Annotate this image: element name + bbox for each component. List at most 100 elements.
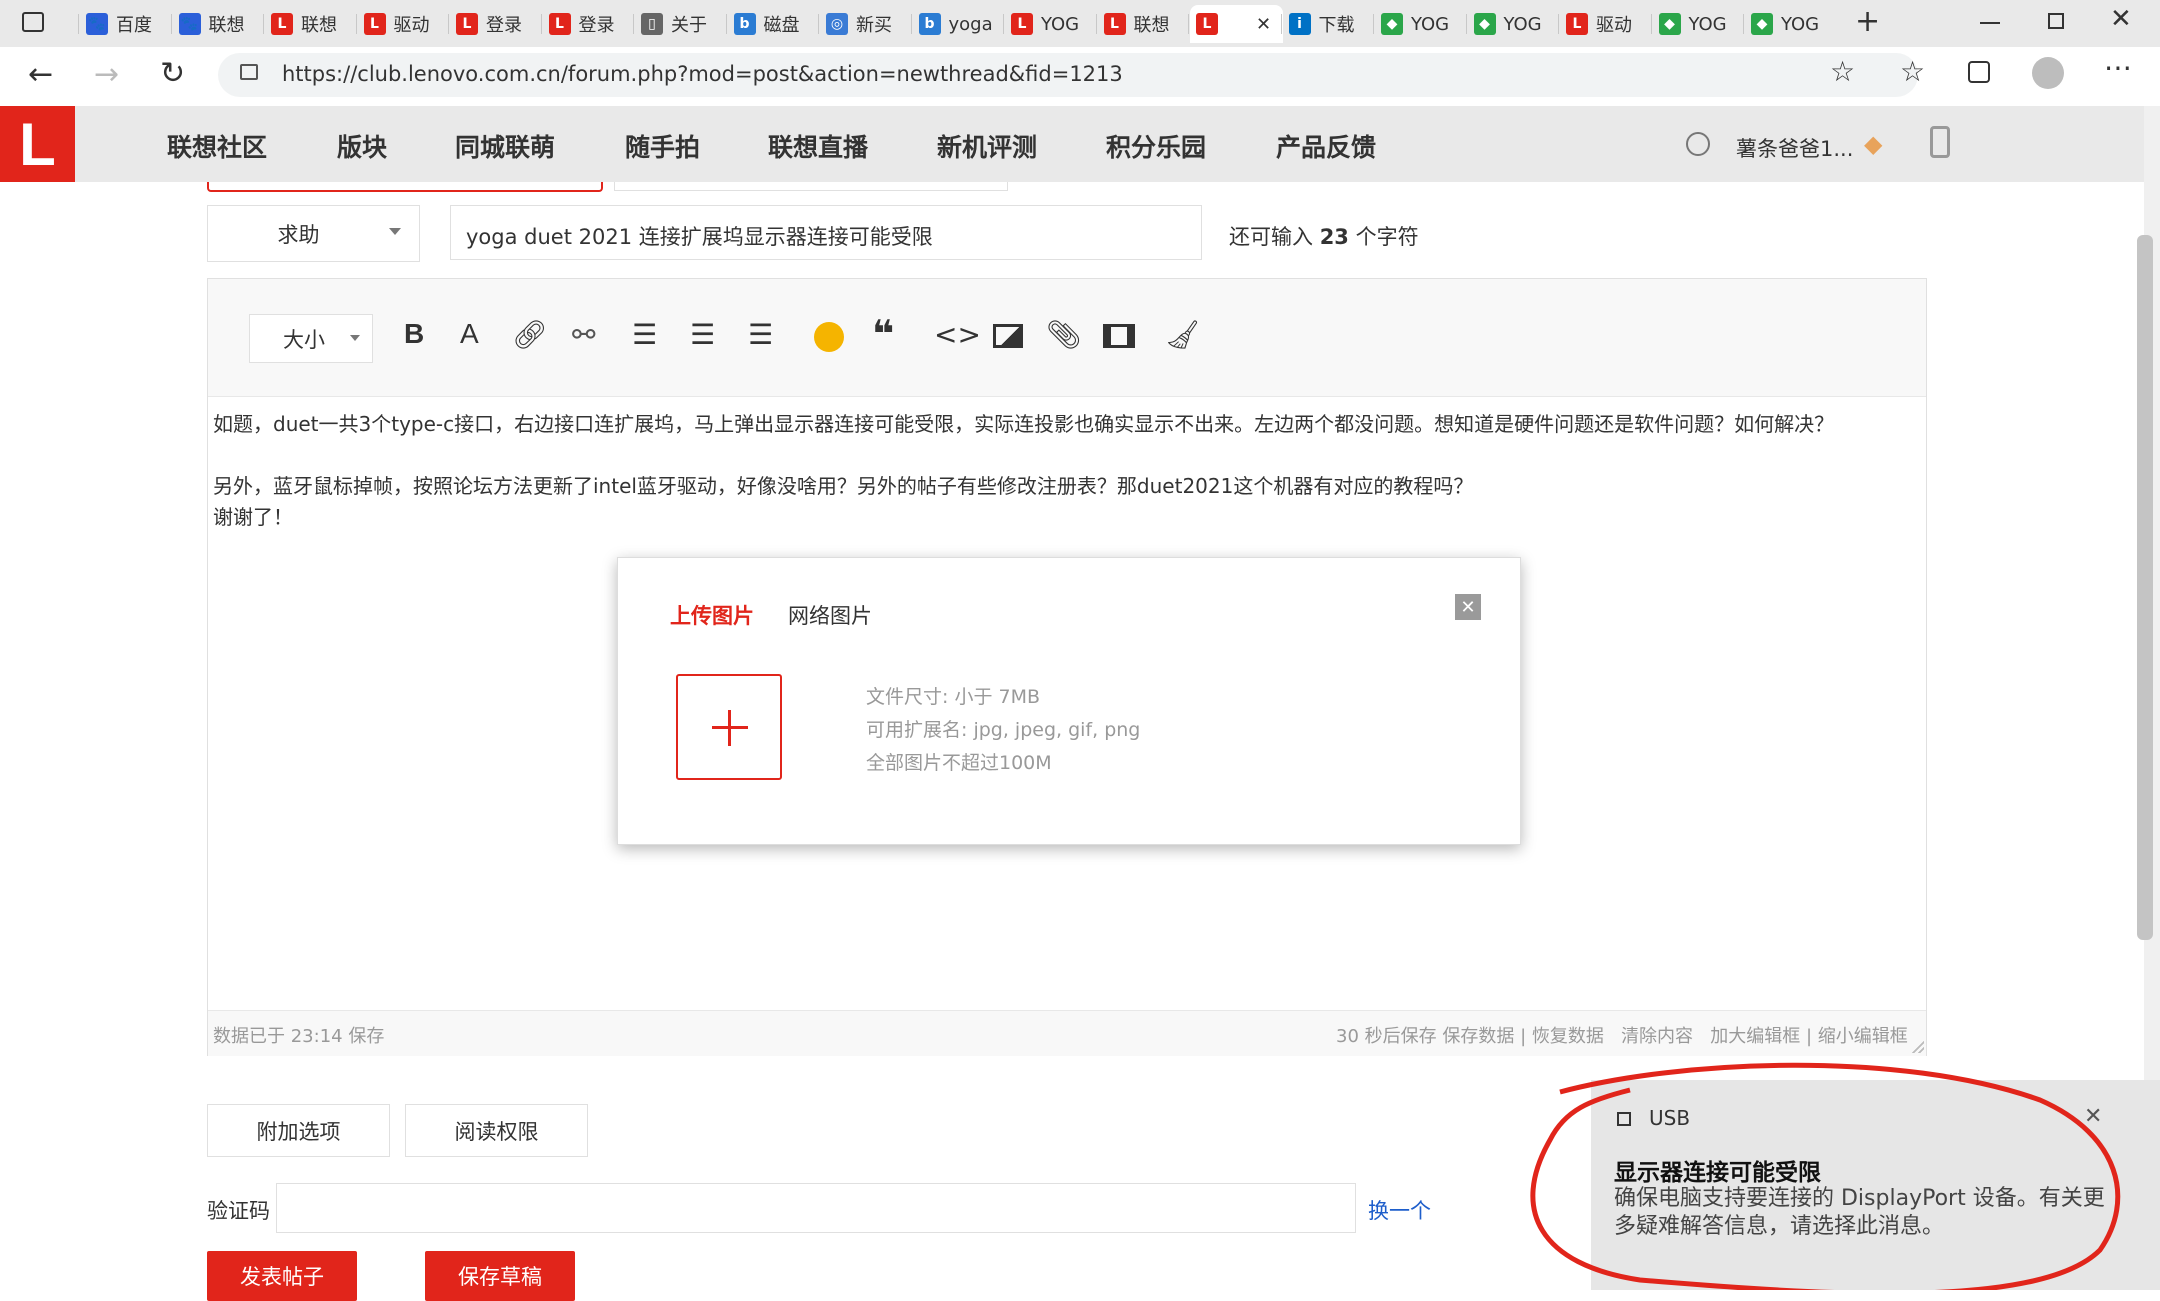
address-bar-row: ← → ↻ https://club.lenovo.com.cn/forum.p… [0,47,2160,107]
tab-favicon-icon: L [1103,13,1126,35]
browser-tab[interactable]: L 登录 [450,5,543,43]
tab-label: 磁盘 [763,15,800,36]
tab-favicon-icon: ◎ [826,13,848,35]
tab-favicon-icon: i [1288,13,1311,35]
quote-icon[interactable]: ❝ [872,312,894,356]
upload-info-size: 文件尺寸: 小于 7MB [866,686,1040,708]
tab-upload-image[interactable]: 上传图片 [670,600,754,630]
collections-icon[interactable] [1968,61,1990,83]
forward-icon[interactable]: → [94,57,119,92]
favorite-star-icon[interactable]: ☆ [1830,55,1855,88]
code-icon[interactable]: <> [934,318,981,351]
browser-tab[interactable]: ◆ YOG [1653,5,1746,43]
nav-item-local[interactable]: 同城联萌 [455,128,555,164]
align-left-icon[interactable]: ☰ [632,318,657,351]
browser-tab[interactable]: 🐾 联想 [173,5,266,43]
editor-body-line[interactable]: 如题，duet一共3个type-c接口，右边接口连扩展坞，马上弹出显示器连接可能… [213,408,1834,437]
browser-tab[interactable]: L 联想 [265,5,358,43]
title-input[interactable]: yoga duet 2021 连接扩展坞显示器连接可能受限 [450,205,1202,260]
link-icon[interactable]: 🔗︎ [512,318,548,351]
tab-label: 登录 [578,15,615,36]
tab-label: 联想 [1133,15,1170,36]
mobile-icon[interactable] [1930,126,1950,158]
tab-separator [633,14,634,34]
tab-label: 下载 [1318,15,1355,36]
url-text[interactable]: https://club.lenovo.com.cn/forum.php?mod… [282,62,1123,86]
browser-tab[interactable]: i 下载 [1283,5,1376,43]
save-data-link[interactable]: 保存数据 [1442,1026,1514,1047]
browser-tab[interactable]: L YOG [1005,5,1098,43]
back-icon[interactable]: ← [28,57,53,92]
tab-label: 登录 [486,15,522,36]
save-draft-button[interactable]: 保存草稿 [425,1251,575,1301]
reload-icon[interactable]: ↻ [160,56,185,91]
browser-tab[interactable]: ◎ 新买 [820,5,913,43]
add-image-button[interactable] [676,674,782,780]
emoji-icon[interactable] [814,322,844,352]
restore-button[interactable] [2048,13,2064,29]
browser-tab[interactable]: L 联想 [1098,5,1191,43]
new-tab-button[interactable]: + [1855,4,1880,39]
nav-item-live[interactable]: 联想直播 [768,128,868,164]
lenovo-logo[interactable]: L [0,106,75,182]
tab-separator [355,14,357,34]
align-center-icon[interactable]: ☰ [690,318,715,351]
nav-item-snapshots[interactable]: 随手拍 [625,128,700,164]
submit-post-button[interactable]: 发表帖子 [207,1251,357,1301]
scrollbar-thumb[interactable] [2137,235,2153,940]
lock-icon[interactable] [240,64,258,80]
minimize-button[interactable] [1980,22,2000,24]
unlink-icon[interactable]: ⚯ [572,318,595,351]
align-right-icon[interactable]: ☰ [748,318,773,351]
font-size-select[interactable]: 大小 [249,314,373,363]
editor-body-line[interactable]: 另外，蓝牙鼠标掉帧，按照论坛方法更新了intel蓝牙驱动，好像没啥用？另外的帖子… [213,470,1473,499]
browser-tab[interactable]: L 登录 [543,5,636,43]
extra-options-button[interactable]: 附加选项 [207,1104,390,1157]
read-permission-button[interactable]: 阅读权限 [405,1104,588,1157]
tab-web-image[interactable]: 网络图片 [788,600,872,630]
tab-label: yoga [948,13,993,35]
tab-separator [818,14,819,34]
attachment-icon[interactable]: 📎︎ [1046,318,1082,351]
image-icon[interactable] [993,324,1023,348]
browser-tab[interactable]: ◆ YOG [1375,5,1468,43]
close-icon[interactable]: ✕ [1455,594,1481,620]
tab-label: 新买 [856,15,892,36]
font-color-icon[interactable]: A [460,318,479,350]
browser-tab[interactable]: b yoga [913,5,1006,43]
search-icon[interactable] [1686,132,1710,156]
clear-format-icon[interactable]: 🧹︎ [1165,318,1201,351]
profile-avatar[interactable] [2032,57,2064,89]
browser-tab[interactable]: b 磁盘 [728,5,821,43]
captcha-refresh-link[interactable]: 换一个 [1368,1195,1431,1225]
favorites-icon[interactable]: ☆ [1900,55,1925,88]
tab-separator [910,14,912,34]
browser-tab[interactable]: ◆ YOG [1468,5,1561,43]
post-type-tab[interactable] [614,182,1008,191]
more-menu-icon[interactable]: ⋯ [2104,51,2132,84]
close-window-button[interactable]: ✕ [2110,4,2132,34]
close-tab-icon[interactable]: ✕ [1256,14,1271,35]
browser-tab[interactable]: L 驱动 [1560,5,1653,43]
post-type-tab-active[interactable] [207,182,603,192]
video-icon[interactable] [1103,324,1135,348]
nav-item-boards[interactable]: 版块 [337,128,387,164]
bold-icon[interactable]: B [404,318,424,350]
captcha-input[interactable] [276,1183,1356,1233]
tab-favicon-icon: 🐾 [86,13,108,35]
char-counter-prefix: 还可输入 [1229,225,1313,249]
tab-actions-icon[interactable] [22,12,44,32]
nav-item-reviews[interactable]: 新机评测 [937,128,1037,164]
user-name[interactable]: 薯条爸爸1... [1736,133,1853,163]
editor-body-line[interactable]: 谢谢了！ [213,501,293,530]
browser-tab[interactable]: L 驱动 [358,5,451,43]
nav-item-community[interactable]: 联想社区 [167,128,267,164]
category-select[interactable]: 求助 [207,205,420,262]
browser-tab[interactable]: 🐾 百度 [80,5,173,43]
browser-tab[interactable]: ▯ 关于 [635,5,728,43]
chevron-down-icon [389,228,401,235]
browser-tab[interactable]: L ✕ [1190,5,1283,43]
nav-item-feedback[interactable]: 产品反馈 [1276,128,1376,164]
browser-tab[interactable]: ◆ YOG [1745,5,1838,43]
nav-item-points[interactable]: 积分乐园 [1106,128,1206,164]
